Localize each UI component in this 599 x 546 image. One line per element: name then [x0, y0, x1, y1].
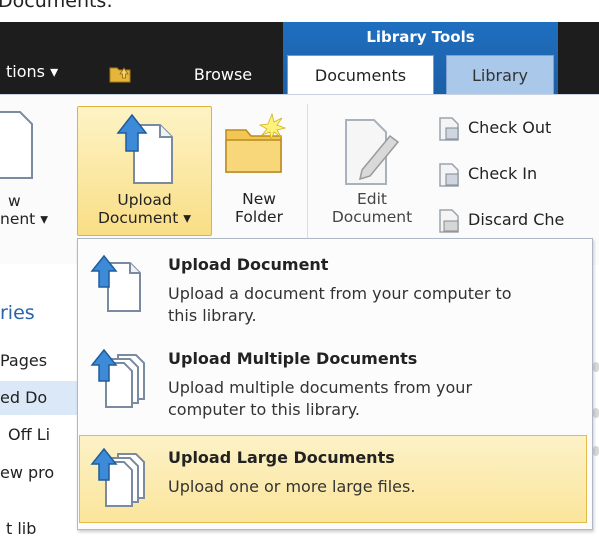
discard-checkout-label: Discard Che [468, 210, 565, 229]
new-folder-label-1: New [242, 190, 276, 208]
menu-item-title: Upload Large Documents [168, 448, 395, 467]
edit-document-button[interactable]: Edit Document [312, 106, 432, 234]
tab-library[interactable]: Library [446, 55, 554, 95]
upload-multiple-documents-icon [90, 348, 145, 408]
upload-document-icon [116, 113, 173, 184]
new-document-button[interactable]: w nent ▾ [0, 100, 72, 240]
menu-item-title: Upload Document [168, 255, 329, 274]
tab-documents[interactable]: Documents [287, 55, 434, 95]
upload-document-label-2: Document ▾ [97, 209, 191, 227]
nav-item-label: Off Li [8, 425, 51, 444]
background-bullet [593, 362, 599, 372]
nav-item-label: ed Do [0, 388, 48, 407]
navigate-up-icon[interactable] [108, 60, 132, 84]
page-caption-text: Documents: [0, 0, 113, 12]
menu-item-title: Upload Multiple Documents [168, 349, 418, 368]
nav-item-label: t lib [6, 519, 37, 538]
nav-item-label: Pages [0, 351, 48, 370]
edit-document-label-2: Document [331, 208, 413, 226]
check-in-label: Check In [468, 164, 538, 183]
menu-item-upload-large-documents[interactable]: Upload Large Documents Upload one or mor… [79, 435, 587, 523]
new-document-icon [0, 111, 33, 179]
library-tools-label: Library Tools [366, 28, 475, 46]
tab-site-actions[interactable]: tions ▾ [0, 52, 116, 94]
upload-large-documents-icon [90, 447, 145, 507]
menu-item-description: Upload multiple documents from your comp… [168, 378, 473, 419]
nav-item[interactable]: Off Li [0, 418, 86, 452]
new-document-label-1: w [8, 192, 21, 210]
edit-document-label-1: Edit [356, 190, 388, 208]
edit-document-icon [345, 119, 400, 185]
page-caption: Documents: [0, 0, 599, 22]
nav-item-selected[interactable]: ed Do [0, 381, 86, 415]
nav-item-label: ew pro [0, 463, 55, 482]
ribbon-group-separator [307, 104, 308, 254]
menu-item-description: Upload a document from your computer to … [168, 284, 512, 325]
check-out-label: Check Out [468, 118, 552, 137]
upload-document-menu: Upload Document Upload a document from y… [77, 238, 593, 530]
background-bullet [593, 408, 599, 418]
menu-item-upload-multiple-documents[interactable]: Upload Multiple Documents Upload multipl… [80, 337, 588, 427]
menu-item-description: Upload one or more large files. [168, 477, 416, 496]
discard-checkout-icon [439, 208, 459, 233]
upload-document-label-1: Upload [117, 191, 172, 209]
check-in-button[interactable]: Check In [436, 158, 537, 190]
tab-browse[interactable]: Browse [168, 55, 278, 94]
upload-document-icon [90, 254, 141, 312]
new-folder-label-2: Folder [235, 208, 283, 226]
nav-heading-libraries[interactable]: ries [0, 302, 35, 324]
nav-item[interactable]: Pages [0, 344, 86, 378]
discard-checkout-button[interactable]: Discard Che [436, 204, 564, 236]
new-folder-icon [225, 112, 287, 173]
menu-item-upload-document[interactable]: Upload Document Upload a document from y… [80, 243, 588, 333]
check-out-button[interactable]: Check Out [436, 112, 551, 144]
new-document-label-2: nent ▾ [0, 210, 48, 228]
upload-document-button[interactable]: Upload Document ▾ [77, 106, 212, 236]
check-out-icon [439, 116, 459, 141]
background-bullet [593, 446, 599, 456]
nav-item[interactable]: ew pro [0, 456, 86, 490]
new-folder-button[interactable]: New Folder [214, 106, 304, 234]
check-in-icon [439, 162, 459, 187]
